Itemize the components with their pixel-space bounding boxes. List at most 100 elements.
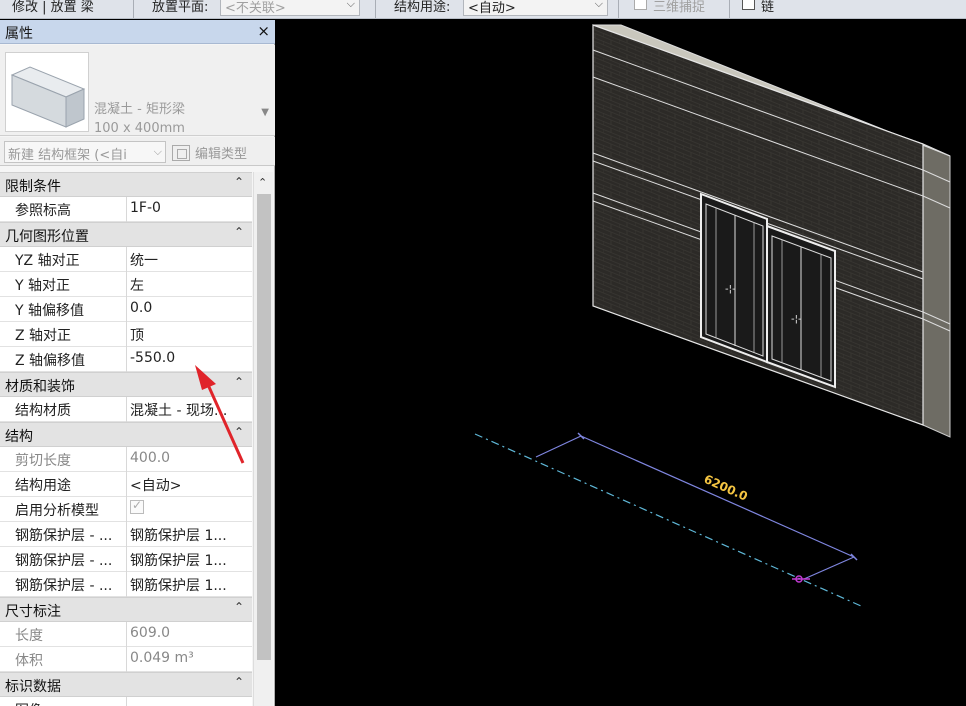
- property-row[interactable]: 启用分析模型: [0, 497, 252, 522]
- section-header[interactable]: 限制条件 ⌃: [0, 172, 252, 197]
- section-label: 尺寸标注: [5, 604, 61, 620]
- separator: [375, 0, 376, 18]
- property-row[interactable]: Z 轴对正 顶: [0, 322, 252, 347]
- property-name: 结构用途: [15, 478, 71, 494]
- type-name: 混凝土 - 矩形梁 100 x 400mm: [94, 100, 185, 138]
- property-row[interactable]: Z 轴偏移值 -550.0: [0, 347, 252, 372]
- property-value[interactable]: -550.0: [130, 350, 250, 366]
- 3d-viewport[interactable]: -¦- -¦- 6200.0: [283, 20, 966, 706]
- properties-title-bar: 属性 ×: [0, 20, 275, 44]
- property-value[interactable]: 0.0: [130, 300, 250, 316]
- snap-3d-checkbox[interactable]: [634, 0, 647, 10]
- door-left: -¦-: [700, 192, 768, 364]
- instance-filter-combo[interactable]: 新建 结构框架 (<自i ⌵: [4, 141, 166, 163]
- instance-filter-row: 新建 结构框架 (<自i ⌵ 编辑类型: [0, 137, 275, 166]
- property-value[interactable]: 1F-0: [130, 200, 250, 216]
- collapse-icon[interactable]: ⌃: [234, 375, 244, 389]
- column-divider: [126, 472, 127, 497]
- column-divider: [126, 447, 127, 472]
- property-row[interactable]: 钢筋保护层 - ... 钢筋保护层 1...: [0, 547, 252, 572]
- section-header[interactable]: 几何图形位置 ⌃: [0, 222, 252, 247]
- reference-line: [474, 433, 862, 607]
- property-value[interactable]: 顶: [130, 325, 250, 345]
- dropdown-arrow-icon[interactable]: ▼: [261, 107, 269, 118]
- property-value[interactable]: 混凝土 - 现场...: [130, 400, 250, 420]
- collapse-icon[interactable]: ⌃: [234, 675, 244, 689]
- property-row[interactable]: 体积 0.049 m³: [0, 647, 252, 672]
- property-scrollbar[interactable]: ⌃: [253, 172, 273, 706]
- placement-plane-combo[interactable]: <不关联> ⌵: [220, 0, 360, 16]
- property-row[interactable]: 剪切长度 400.0: [0, 447, 252, 472]
- property-row[interactable]: Y 轴对正 左: [0, 272, 252, 297]
- chevron-down-icon: ⌵: [594, 0, 603, 10]
- section-label: 结构: [5, 429, 33, 445]
- property-name: Z 轴对正: [15, 328, 72, 344]
- property-value[interactable]: 609.0: [130, 625, 250, 641]
- svg-text:-¦-: -¦-: [791, 314, 802, 325]
- beam-thumbnail-icon: [5, 52, 89, 132]
- column-divider: [126, 347, 127, 372]
- property-value[interactable]: 0.049 m³: [130, 650, 250, 666]
- column-divider: [126, 397, 127, 422]
- property-value[interactable]: 钢筋保护层 1...: [130, 575, 250, 595]
- section-header[interactable]: 标识数据 ⌃: [0, 672, 252, 697]
- property-name: Y 轴对正: [15, 278, 71, 294]
- collapse-icon[interactable]: ⌃: [234, 425, 244, 439]
- section-header[interactable]: 材质和装饰 ⌃: [0, 372, 252, 397]
- property-value[interactable]: [130, 500, 250, 518]
- column-divider: [126, 647, 127, 672]
- property-row[interactable]: 钢筋保护层 - ... 钢筋保护层 1...: [0, 572, 252, 597]
- scroll-up-icon[interactable]: ⌃: [258, 176, 267, 189]
- dimension-value[interactable]: 6200.0: [702, 472, 750, 504]
- collapse-icon[interactable]: ⌃: [234, 600, 244, 614]
- chevron-down-icon: ⌵: [346, 0, 355, 10]
- property-name: 结构材质: [15, 403, 71, 419]
- separator: [729, 0, 730, 18]
- chain-checkbox[interactable]: [742, 0, 755, 10]
- property-row[interactable]: 结构材质 混凝土 - 现场...: [0, 397, 252, 422]
- property-value[interactable]: 钢筋保护层 1...: [130, 550, 250, 570]
- property-name: Y 轴偏移值: [15, 303, 85, 319]
- property-row[interactable]: 参照标高 1F-0: [0, 197, 252, 222]
- section-label: 限制条件: [5, 179, 61, 195]
- svg-text:-¦-: -¦-: [725, 284, 736, 295]
- property-name: 长度: [15, 628, 43, 644]
- property-name: 参照标高: [15, 203, 71, 219]
- structural-usage-label: 结构用途:: [394, 0, 451, 15]
- property-value[interactable]: 左: [130, 275, 250, 295]
- section-label: 几何图形位置: [5, 229, 89, 245]
- property-grid: 限制条件 ⌃ 参照标高 1F-0 几何图形位置 ⌃ YZ 轴对正 统一 Y 轴对正左 Y 轴偏移值…: [0, 172, 252, 706]
- property-row[interactable]: Y 轴偏移值 0.0: [0, 297, 252, 322]
- property-row[interactable]: 长度 609.0: [0, 622, 252, 647]
- column-divider: [126, 547, 127, 572]
- section-header[interactable]: 尺寸标注 ⌃: [0, 597, 252, 622]
- analytical-model-checkbox[interactable]: [130, 500, 144, 514]
- property-value[interactable]: 400.0: [130, 450, 250, 466]
- property-row[interactable]: 结构用途 <自动>: [0, 472, 252, 497]
- type-size: 100 x 400mm: [94, 121, 185, 136]
- property-row[interactable]: 钢筋保护层 - ... 钢筋保护层 1...: [0, 522, 252, 547]
- property-row[interactable]: YZ 轴对正 统一: [0, 247, 252, 272]
- type-selector[interactable]: 混凝土 - 矩形梁 100 x 400mm ▼: [0, 45, 275, 136]
- chain-label: 链: [761, 0, 775, 15]
- collapse-icon[interactable]: ⌃: [234, 175, 244, 189]
- property-value[interactable]: 统一: [130, 250, 250, 270]
- properties-title: 属性: [5, 26, 33, 42]
- collapse-icon[interactable]: ⌃: [234, 225, 244, 239]
- column-divider: [126, 247, 127, 272]
- properties-palette: 属性 × 混凝土 - 矩形梁 100 x 400mm ▼ 新建 结构框架 (<自…: [0, 20, 275, 706]
- column-divider: [126, 322, 127, 347]
- property-row[interactable]: 图像: [0, 697, 252, 706]
- section-header[interactable]: 结构 ⌃: [0, 422, 252, 447]
- edit-type-button[interactable]: 编辑类型: [172, 141, 247, 163]
- property-value[interactable]: <自动>: [130, 475, 250, 495]
- close-icon[interactable]: ×: [257, 22, 270, 40]
- property-name: Z 轴偏移值: [15, 353, 86, 369]
- placement-plane-label: 放置平面:: [152, 0, 209, 15]
- scrollbar-thumb[interactable]: [257, 194, 271, 660]
- property-name: 钢筋保护层 - ...: [15, 528, 113, 544]
- context-label: 修改 | 放置 梁: [12, 0, 94, 15]
- property-value[interactable]: 钢筋保护层 1...: [130, 525, 250, 545]
- column-divider: [126, 572, 127, 597]
- structural-usage-combo[interactable]: <自动> ⌵: [463, 0, 608, 16]
